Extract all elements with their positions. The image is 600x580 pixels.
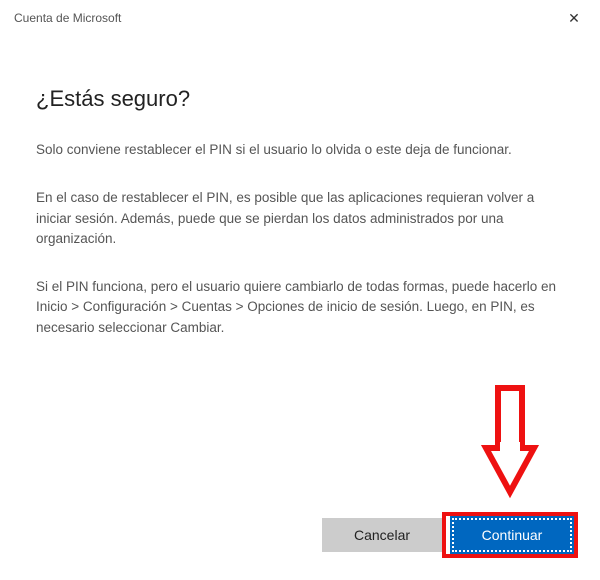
continue-button[interactable]: Continuar <box>452 518 572 552</box>
dialog-paragraph-2: En el caso de restablecer el PIN, es pos… <box>36 188 564 249</box>
dialog-content: ¿Estás seguro? Solo conviene restablecer… <box>0 36 600 338</box>
titlebar: Cuenta de Microsoft ✕ <box>0 0 600 36</box>
annotation-arrow-icon <box>480 382 540 502</box>
dialog-paragraph-1: Solo conviene restablecer el PIN si el u… <box>36 140 564 160</box>
dialog-paragraph-3: Si el PIN funciona, pero el usuario quie… <box>36 277 564 338</box>
cancel-button[interactable]: Cancelar <box>322 518 442 552</box>
button-row: Cancelar Continuar <box>322 518 572 552</box>
close-icon: ✕ <box>568 10 580 27</box>
dialog-heading: ¿Estás seguro? <box>36 86 564 112</box>
close-button[interactable]: ✕ <box>558 6 590 30</box>
window-title: Cuenta de Microsoft <box>14 11 121 25</box>
